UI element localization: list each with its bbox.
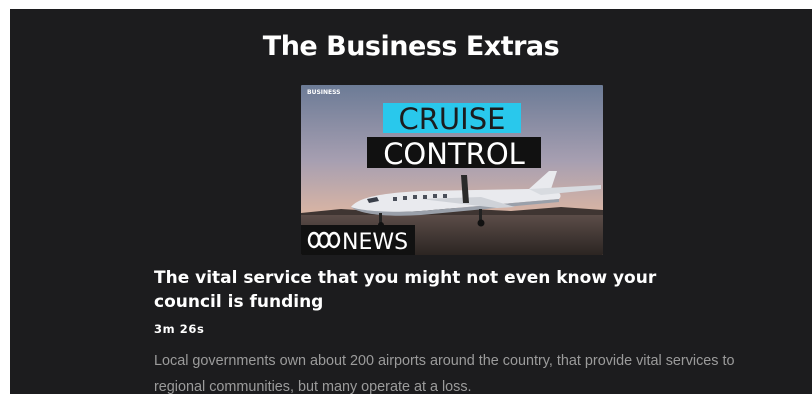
episode-title[interactable]: The vital service that you might not eve…: [154, 266, 714, 314]
episode-duration: 3m 26s: [154, 322, 205, 336]
thumbnail-corner-label: BUSINESS: [307, 89, 341, 96]
headline-line1: CRUISE: [399, 102, 506, 136]
section-title: The Business Extras: [262, 31, 560, 62]
headline-line2: CONTROL: [383, 137, 525, 171]
episode-description: Local governments own about 200 airports…: [154, 353, 735, 394]
news-logo-text: NEWS: [342, 230, 408, 255]
episode-panel: The Business Extras BUSINESS CRUISE CONT…: [10, 9, 812, 394]
episode-thumbnail[interactable]: BUSINESS CRUISE CONTROL NEWS: [301, 85, 603, 255]
